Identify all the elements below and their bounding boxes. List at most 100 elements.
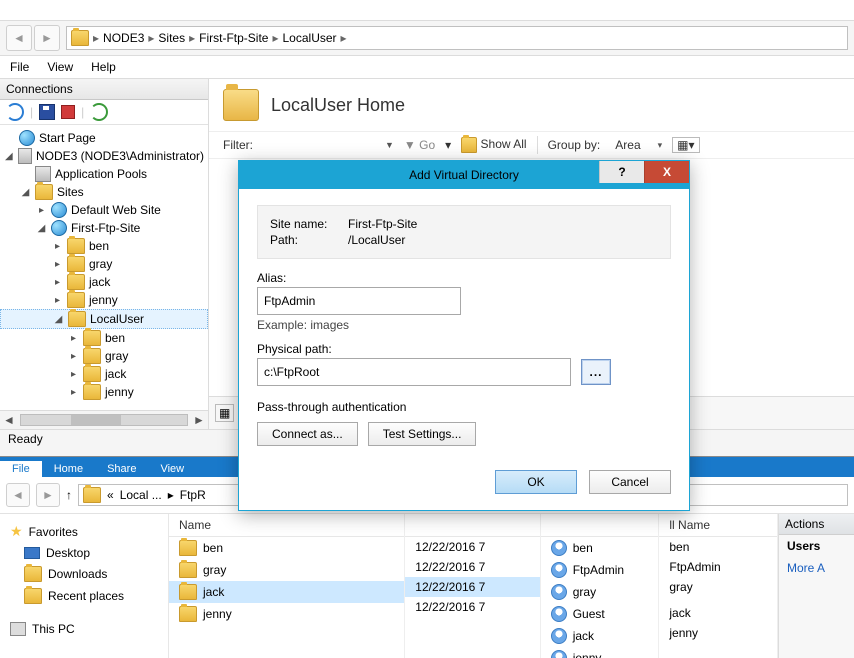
connections-header: Connections <box>0 79 208 100</box>
tab-share[interactable]: Share <box>95 461 148 477</box>
breadcrumb-item[interactable]: Local ... <box>120 488 162 502</box>
ok-button[interactable]: OK <box>495 470 577 494</box>
list-date: 12/22/2016 7 <box>405 577 539 597</box>
dialog-titlebar[interactable]: Add Virtual Directory ? X <box>239 161 689 189</box>
nav-thispc[interactable]: This PC <box>4 619 164 639</box>
groupby-value[interactable]: Area <box>610 136 645 154</box>
list-item[interactable]: gray <box>169 559 404 581</box>
explorer-nav-pane[interactable]: ★Favorites Desktop Downloads Recent plac… <box>0 514 169 658</box>
list-item[interactable]: Guest <box>541 603 659 625</box>
test-settings-button[interactable]: Test Settings... <box>368 422 477 446</box>
tab-home[interactable]: Home <box>42 461 95 477</box>
refresh-icon[interactable] <box>6 103 24 121</box>
explorer-forward[interactable]: ► <box>36 483 60 507</box>
user-icon <box>551 606 567 622</box>
tree-apppools[interactable]: Application Pools <box>55 167 147 181</box>
list-item[interactable]: FtpAdmin <box>541 559 659 581</box>
back-button[interactable]: ◄ <box>6 25 32 51</box>
list-item[interactable]: jack <box>541 625 659 647</box>
explorer-file-list[interactable]: Name ben gray jack jenny 12/22/2016 7 12… <box>169 514 778 658</box>
actions-header: Actions <box>779 514 854 535</box>
list-item[interactable]: ben <box>541 537 659 559</box>
column-name[interactable]: Name <box>169 514 404 537</box>
tree-localuser[interactable]: LocalUser <box>90 312 144 326</box>
tree-ftp-site[interactable]: First-Ftp-Site <box>71 221 140 235</box>
nav-favorites[interactable]: ★Favorites <box>4 520 164 543</box>
tab-file[interactable]: File <box>0 461 42 477</box>
connections-tree[interactable]: Start Page ◢NODE3 (NODE3\Administrator) … <box>0 125 208 410</box>
menu-help[interactable]: Help <box>91 60 116 74</box>
cancel-button[interactable]: Cancel <box>589 470 671 494</box>
tree-folder[interactable]: jenny <box>105 385 134 399</box>
list-full: ben <box>659 537 777 557</box>
folder-icon <box>67 274 85 290</box>
page-title: LocalUser Home <box>271 95 405 116</box>
nav-desktop[interactable]: Desktop <box>4 543 164 563</box>
breadcrumb-item[interactable]: LocalUser <box>283 31 337 45</box>
server-icon <box>18 148 32 164</box>
tree-folder[interactable]: ben <box>89 239 109 253</box>
browse-button[interactable]: ... <box>581 359 611 385</box>
stop-icon[interactable] <box>61 105 75 119</box>
refresh2-icon[interactable] <box>90 103 108 121</box>
connections-pane: Connections | | Start Page ◢NODE3 (NODE3… <box>0 79 209 429</box>
features-view-icon[interactable]: ▦ <box>215 404 234 422</box>
menu-view[interactable]: View <box>47 60 73 74</box>
tree-folder[interactable]: jack <box>105 367 126 381</box>
user-icon <box>551 562 567 578</box>
menu-file[interactable]: File <box>10 60 29 74</box>
alias-label: Alias: <box>257 271 671 285</box>
list-item[interactable]: jack <box>169 581 404 603</box>
dialog-info-box: Site name:First-Ftp-Site Path:/LocalUser <box>257 205 671 259</box>
folder-icon <box>179 606 197 622</box>
user-icon <box>551 584 567 600</box>
list-item[interactable]: jenny <box>169 603 404 625</box>
column-fullname[interactable]: ll Name <box>659 514 777 537</box>
tree-sites[interactable]: Sites <box>57 185 84 199</box>
tree-start-page[interactable]: Start Page <box>39 131 96 145</box>
tree-folder[interactable]: ben <box>105 331 125 345</box>
tree-default-site[interactable]: Default Web Site <box>71 203 161 217</box>
breadcrumb-item[interactable]: FtpR <box>180 488 206 502</box>
list-date: 12/22/2016 7 <box>405 557 539 577</box>
actions-more[interactable]: More A <box>779 557 854 579</box>
tree-folder[interactable]: jack <box>89 275 110 289</box>
dialog-help-button[interactable]: ? <box>599 161 644 183</box>
explorer-up[interactable]: ↑ <box>66 488 72 502</box>
show-all[interactable]: Show All <box>461 137 526 153</box>
explorer-back[interactable]: ◄ <box>6 483 30 507</box>
breadcrumb-item[interactable]: NODE3 <box>103 31 144 45</box>
alias-input[interactable] <box>257 287 461 315</box>
breadcrumb[interactable]: ▸NODE3 ▸Sites ▸First-Ftp-Site ▸LocalUser… <box>66 26 848 50</box>
folder-icon <box>35 184 53 200</box>
nav-recent[interactable]: Recent places <box>4 585 164 607</box>
view-toggle[interactable]: ▦▾ <box>672 137 699 153</box>
folder-icon <box>83 366 101 382</box>
list-item[interactable]: jenny <box>541 647 659 658</box>
filter-label: Filter: <box>223 138 253 152</box>
forward-button[interactable]: ► <box>34 25 60 51</box>
physical-path-input[interactable] <box>257 358 571 386</box>
tree-folder[interactable]: jenny <box>89 293 118 307</box>
list-item[interactable]: gray <box>541 581 659 603</box>
list-item[interactable]: ben <box>169 537 404 559</box>
go-button[interactable]: ▼ Go <box>404 138 435 152</box>
folder-icon <box>24 566 42 582</box>
breadcrumb-item[interactable]: First-Ftp-Site <box>199 31 268 45</box>
tree-server[interactable]: NODE3 (NODE3\Administrator) <box>36 149 204 163</box>
horizontal-scrollbar[interactable]: ◄► <box>0 410 208 429</box>
dialog-close-button[interactable]: X <box>644 161 689 183</box>
save-icon[interactable] <box>39 104 55 120</box>
connect-as-button[interactable]: Connect as... <box>257 422 358 446</box>
tree-folder[interactable]: gray <box>105 349 128 363</box>
tree-folder[interactable]: gray <box>89 257 112 271</box>
folder-icon <box>67 256 85 272</box>
filter-dropdown[interactable]: ▼ <box>385 140 394 150</box>
list-date: 12/22/2016 7 <box>405 537 539 557</box>
folder-large-icon <box>223 89 259 121</box>
breadcrumb-item[interactable]: Sites <box>158 31 185 45</box>
folder-icon <box>179 584 197 600</box>
list-full: jenny <box>659 623 777 643</box>
nav-downloads[interactable]: Downloads <box>4 563 164 585</box>
tab-view[interactable]: View <box>148 461 196 477</box>
